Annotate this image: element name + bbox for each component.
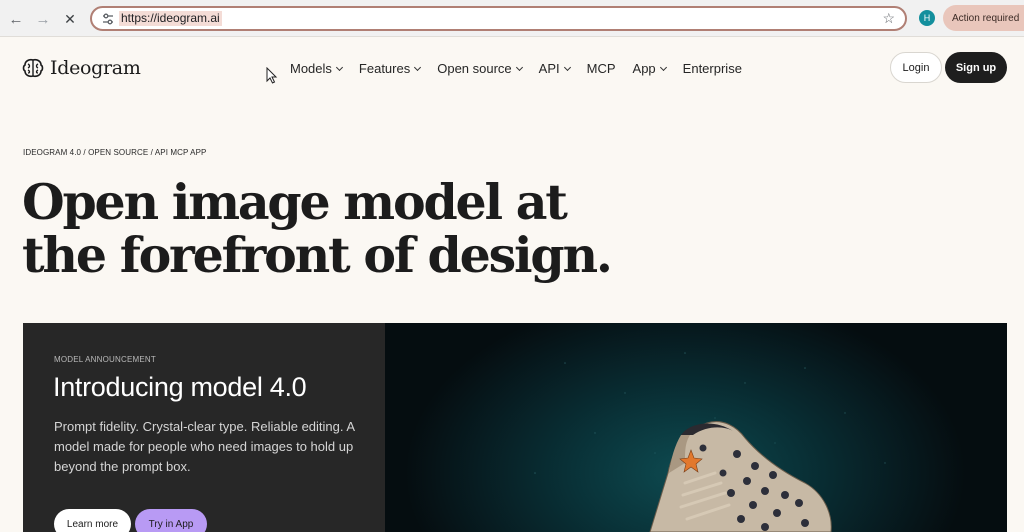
chevron-down-icon bbox=[335, 63, 343, 72]
card-text-panel: MODEL ANNOUNCEMENT Introducing model 4.0… bbox=[23, 323, 385, 532]
learn-more-button[interactable]: Learn more bbox=[54, 509, 131, 532]
card-description: Prompt fidelity. Crystal-clear type. Rel… bbox=[54, 419, 355, 474]
sneaker-illustration bbox=[534, 352, 886, 532]
model-announcement-card: MODEL ANNOUNCEMENT Introducing model 4.0… bbox=[23, 323, 1007, 532]
back-icon[interactable]: ← bbox=[6, 9, 26, 29]
url-text[interactable]: https://ideogram.ai bbox=[119, 11, 222, 26]
ideogram-logo[interactable]: Ideogram bbox=[22, 57, 141, 79]
chevron-down-icon bbox=[515, 63, 523, 72]
stop-loading-icon[interactable]: ✕ bbox=[60, 9, 80, 29]
hero-title-line-2: the forefront of design. bbox=[22, 226, 613, 284]
nav-api-label: API bbox=[538, 61, 560, 76]
nav-app-label: App bbox=[632, 61, 656, 76]
address-bar[interactable]: https://ideogram.ai ☆ bbox=[90, 6, 907, 31]
nav-features[interactable]: Features bbox=[358, 60, 422, 78]
logo-text: Ideogram bbox=[50, 57, 141, 79]
brain-logo-icon bbox=[22, 58, 44, 78]
bookmark-star-icon[interactable]: ☆ bbox=[882, 10, 895, 27]
chevron-down-icon bbox=[414, 63, 422, 72]
hero-title: Open image model at the forefront of des… bbox=[22, 176, 622, 282]
nav-features-label: Features bbox=[358, 61, 411, 76]
try-in-app-button[interactable]: Try in App bbox=[135, 509, 207, 532]
browser-toolbar: ← → ✕ https://ideogram.ai ☆ H Action req… bbox=[0, 0, 1024, 37]
action-required-button[interactable]: Action required bbox=[943, 5, 1024, 31]
sign-up-button[interactable]: Sign up bbox=[945, 52, 1007, 83]
nav-enterprise[interactable]: Enterprise bbox=[683, 60, 742, 78]
breadcrumb: IDEOGRAM 4.0 / OPEN SOURCE / API MCP APP bbox=[23, 148, 207, 157]
nav-mcp[interactable]: MCP bbox=[587, 60, 616, 78]
chevron-down-icon bbox=[563, 63, 571, 72]
nav-api[interactable]: API bbox=[538, 60, 571, 78]
login-button[interactable]: Login bbox=[890, 52, 942, 83]
nav-models-label: Models bbox=[290, 61, 332, 76]
main-nav: Models Features Open source API MCP App … bbox=[290, 60, 759, 78]
nav-models[interactable]: Models bbox=[290, 60, 343, 78]
mouse-cursor-icon bbox=[266, 67, 278, 84]
forward-icon[interactable]: → bbox=[33, 9, 53, 29]
profile-avatar[interactable]: H bbox=[919, 10, 935, 26]
card-eyebrow: MODEL ANNOUNCEMENT bbox=[54, 355, 156, 364]
site-settings-icon[interactable] bbox=[101, 12, 115, 26]
chevron-down-icon bbox=[659, 63, 667, 72]
nav-app[interactable]: App bbox=[632, 60, 667, 78]
nav-open-source-label: Open source bbox=[437, 61, 512, 76]
nav-enterprise-label: Enterprise bbox=[682, 61, 742, 76]
nav-mcp-label: MCP bbox=[586, 61, 616, 76]
card-title: Introducing model 4.0 bbox=[53, 372, 307, 402]
nav-open-source[interactable]: Open source bbox=[437, 60, 523, 78]
sneaker-hero-image bbox=[385, 323, 1007, 532]
hero-title-line-1: Open image model at bbox=[22, 173, 568, 231]
